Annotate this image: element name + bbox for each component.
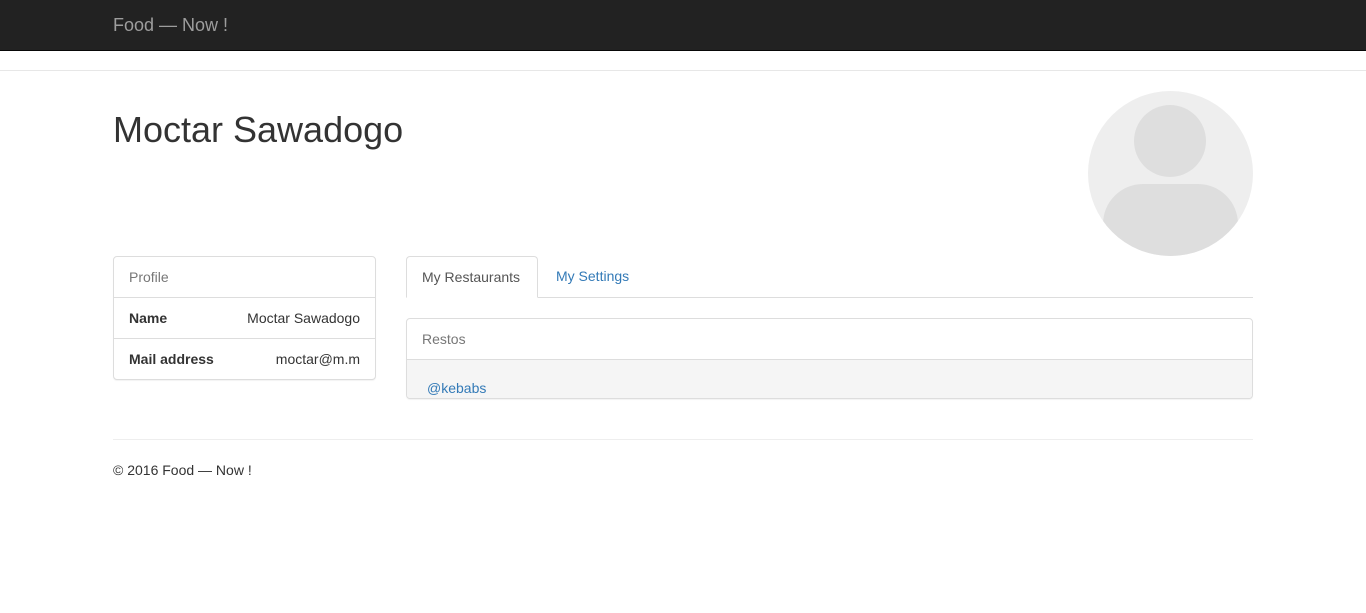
top-navbar: Food — Now !	[0, 0, 1366, 51]
brand-link[interactable]: Food — Now !	[113, 14, 228, 36]
profile-row-label: Name	[129, 310, 168, 326]
profile-row-label: Mail address	[129, 351, 214, 367]
profile-row-mail: Mail address moctar@m.m	[114, 339, 375, 380]
footer-copyright: © 2016 Food — Now !	[113, 462, 252, 478]
profile-row-value: Moctar Sawadogo	[247, 310, 360, 326]
profile-row-value: moctar@m.m	[275, 351, 360, 367]
user-placeholder-icon	[1088, 91, 1253, 256]
restos-list: @kebabs	[407, 360, 1252, 398]
tab-my-settings[interactable]: My Settings	[541, 256, 644, 298]
restos-panel-heading: Restos	[407, 319, 1252, 360]
footer-divider	[113, 439, 1253, 440]
page-title: Moctar Sawadogo	[113, 109, 404, 150]
restos-panel: Restos @kebabs	[406, 318, 1253, 399]
avatar-head-shape	[1134, 105, 1206, 177]
avatar-body-shape	[1103, 184, 1238, 256]
profile-row-name: Name Moctar Sawadogo	[114, 298, 375, 339]
tab-bar: My Restaurants My Settings	[406, 256, 1253, 298]
resto-link-kebabs[interactable]: @kebabs	[427, 380, 486, 397]
tab-my-restaurants[interactable]: My Restaurants	[406, 256, 538, 298]
profile-panel: Profile Name Moctar Sawadogo Mail addres…	[113, 256, 376, 380]
profile-panel-heading: Profile	[114, 257, 375, 298]
secondary-bar	[0, 51, 1366, 71]
